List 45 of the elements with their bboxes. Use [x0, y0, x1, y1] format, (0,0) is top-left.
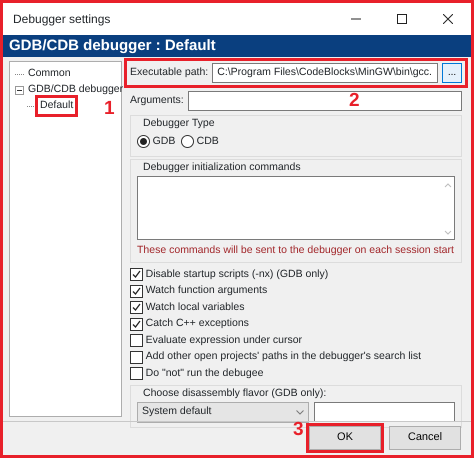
- checkbox-label: Add other open projects' paths in the debugger's search list: [146, 349, 422, 364]
- group-title: Choose disassembly flavor (GDB only):: [143, 386, 326, 401]
- checkbox[interactable]: [130, 350, 143, 364]
- window-title: Debugger settings: [13, 11, 112, 28]
- close-icon[interactable]: [443, 14, 453, 24]
- tree-item[interactable]: Default: [38, 98, 76, 114]
- caret-icon: [296, 410, 304, 414]
- page-header: GDB/CDB debugger : Default: [3, 35, 471, 57]
- tree-item[interactable]: Common: [26, 66, 73, 82]
- checkbox[interactable]: [130, 284, 143, 298]
- radio-label: GDB: [152, 134, 176, 149]
- arguments-field[interactable]: [188, 91, 462, 111]
- checkbox[interactable]: [130, 367, 143, 380]
- path-field[interactable]: C:\Program Files\CodeBlocks\MinGW\bin\gcc.: [212, 63, 438, 83]
- field-label: Arguments:: [130, 93, 184, 108]
- checkbox-label: Evaluate expression under cursor: [146, 332, 302, 348]
- group-title: Debugger initialization commands: [143, 160, 301, 175]
- checkbox[interactable]: [130, 301, 143, 314]
- tree-item[interactable]: GDB/CDB debugger: [26, 82, 126, 98]
- radio-button[interactable]: [137, 135, 150, 148]
- flavor-dropdown[interactable]: System default: [137, 402, 309, 422]
- radio-button[interactable]: [181, 135, 194, 148]
- checkbox[interactable]: [130, 318, 143, 330]
- checkbox-label: Watch function arguments: [146, 283, 268, 298]
- commands-textarea[interactable]: [137, 176, 455, 240]
- radio-label: CDB: [196, 134, 219, 149]
- checkbox-label: Catch C++ exceptions: [146, 316, 249, 332]
- group-title: Debugger Type: [143, 116, 215, 131]
- warning-note: These commands will be sent to the debugger on each session start: [137, 242, 455, 258]
- dropdown-value: System default: [142, 404, 212, 420]
- flavor-field[interactable]: [314, 402, 455, 422]
- maximize-icon[interactable]: [397, 14, 407, 24]
- collapse-icon[interactable]: [15, 86, 24, 94]
- checkbox-label: Watch local variables: [146, 300, 244, 315]
- checkbox-label: Do "not" run the debugee: [146, 366, 264, 381]
- checkbox[interactable]: [130, 334, 143, 347]
- annotation-number: 3: [293, 420, 304, 440]
- field-label: Executable path:: [130, 65, 208, 80]
- checkbox[interactable]: [130, 268, 143, 281]
- checkbox-label: Disable startup scripts (-nx) (GDB only): [146, 266, 328, 282]
- browse-button[interactable]: ...: [442, 63, 462, 83]
- cancel-button[interactable]: Cancel: [389, 426, 461, 450]
- scroll-arrows-icon: [444, 180, 452, 236]
- annotation-number: 2: [349, 91, 360, 111]
- annotation-number: 1: [104, 99, 115, 119]
